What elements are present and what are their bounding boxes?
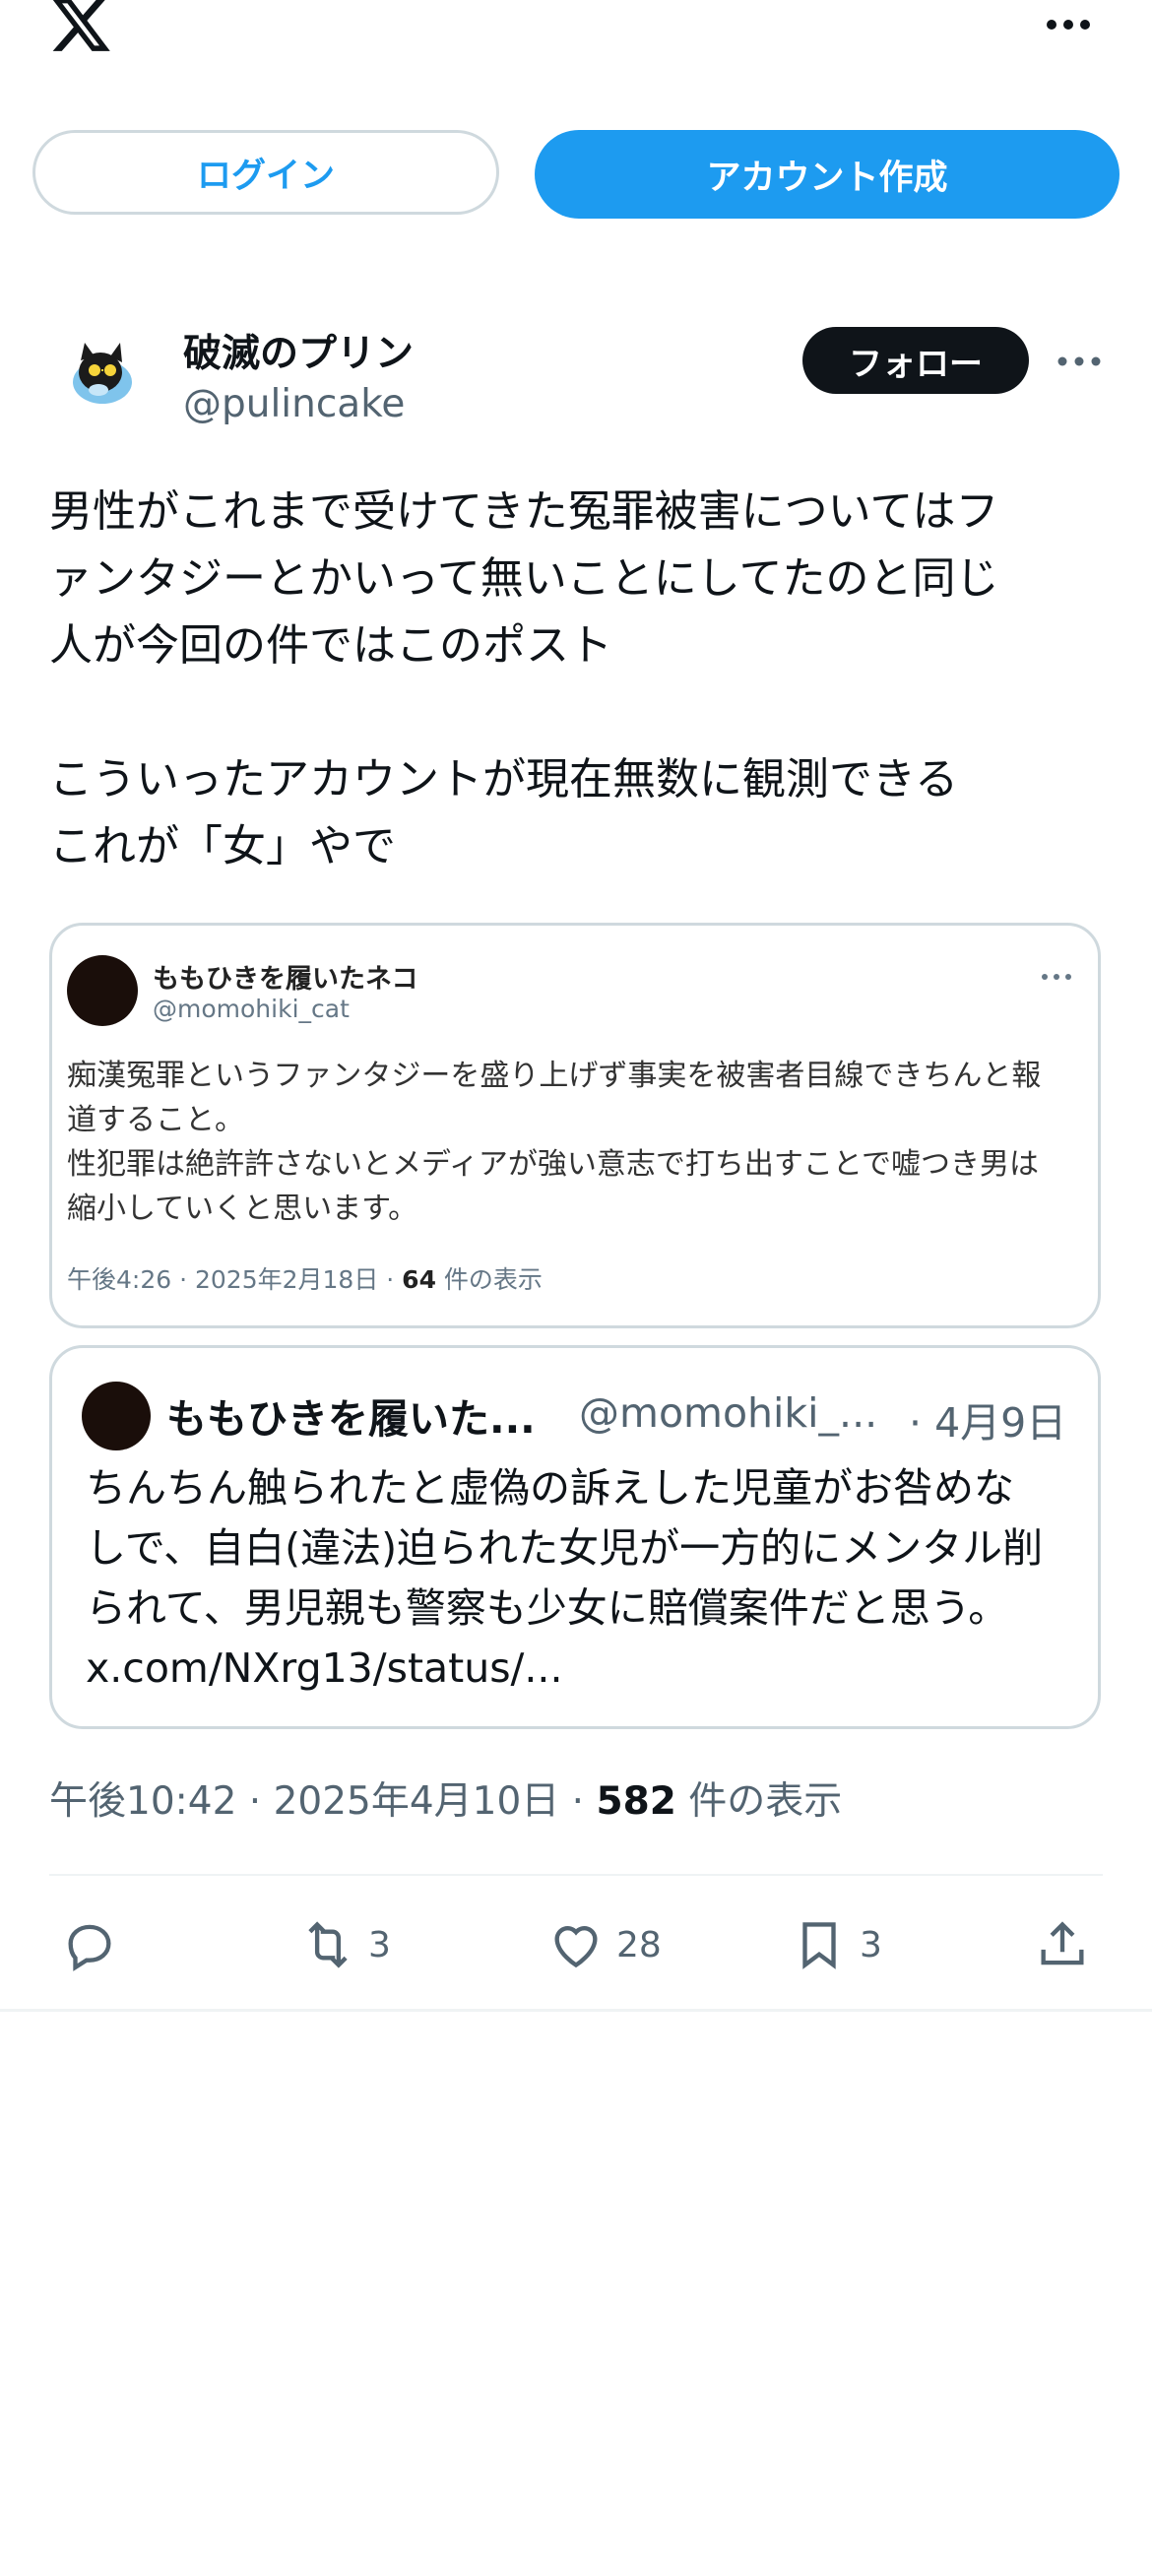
embedded-text: 痴漢冤罪というファンタジーを盛り上げず事実を被害者目線できちんと報 道すること。… [67,1059,1042,1226]
quoted-author-name: ももひきを履いた... [166,1395,536,1443]
share-button[interactable] [1034,1905,1091,1984]
embedded-screenshot[interactable]: ももひきを履いたネコ @momohiki_cat 痴漢冤罪というファンタジーを盛… [49,923,1101,1328]
avatar [67,955,138,1026]
post-timestamp[interactable]: 午後10:42 · 2025年4月10日 · 582 件の表示 [49,1771,842,1826]
embedded-author-handle: @momohiki_cat [153,995,350,1023]
author-handle[interactable]: @pulincake [183,382,405,426]
like-button[interactable]: 28 [547,1905,662,1984]
divider [49,1874,1103,1876]
divider [0,2009,1152,2012]
more-horizontal-icon[interactable] [1044,10,1093,39]
action-bar: 3 28 3 [0,1905,1152,1984]
bookmark-icon [802,1922,836,1969]
timestamp-text: 午後10:42 · 2025年4月10日 · [49,1779,597,1824]
more-horizontal-icon [1042,974,1071,980]
reply-button[interactable] [61,1905,118,1984]
bookmark-count: 3 [860,1924,882,1965]
quoted-date: · 4月9日 [909,1399,1067,1447]
retweet-button[interactable]: 3 [299,1905,391,1984]
view-count: 582 [596,1779,676,1824]
quoted-post[interactable]: ももひきを履いた... @momohiki_... · 4月9日 ちんちん触られ… [49,1345,1101,1729]
post-text: 男性がこれまで受けてきた冤罪被害についてはフ ァンタジーとかいって無いことにして… [49,486,999,871]
more-horizontal-icon[interactable] [1056,347,1103,376]
embedded-view-count: 64 [402,1265,436,1294]
like-count: 28 [616,1924,662,1965]
create-account-button[interactable]: アカウント作成 [535,130,1120,219]
share-icon [1041,1921,1084,1965]
auth-buttons: ログイン アカウント作成 [32,130,1120,219]
embedded-timestamp: 午後4:26 · 2025年2月18日 · [67,1265,403,1294]
retweet-icon [308,1921,348,1968]
embedded-author-name: ももひきを履いたネコ [153,964,418,995]
login-button[interactable]: ログイン [32,130,499,215]
heart-icon [554,1926,598,1968]
post-header: 破滅のプリン @pulincake フォロー [0,315,1152,443]
top-bar [0,0,1152,108]
quoted-text: ちんちん触られたと虚偽の訴えした児童がお咎めな しで、自白(違法)迫られた女児が… [86,1464,1044,1692]
reply-icon [68,1924,111,1971]
avatar[interactable] [63,333,142,412]
retweet-count: 3 [368,1924,391,1965]
bookmark-button[interactable]: 3 [791,1905,882,1984]
x-logo-icon[interactable] [47,0,114,57]
quoted-author-handle: @momohiki_... [579,1389,878,1437]
views-label: 件の表示 [675,1779,843,1824]
follow-button[interactable]: フォロー [802,327,1029,394]
author-name[interactable]: 破滅のプリン [183,323,414,378]
embedded-views-label: 件の表示 [435,1265,543,1294]
embedded-meta: 午後4:26 · 2025年2月18日 · 64 件の表示 [67,1260,543,1296]
avatar [82,1382,151,1450]
